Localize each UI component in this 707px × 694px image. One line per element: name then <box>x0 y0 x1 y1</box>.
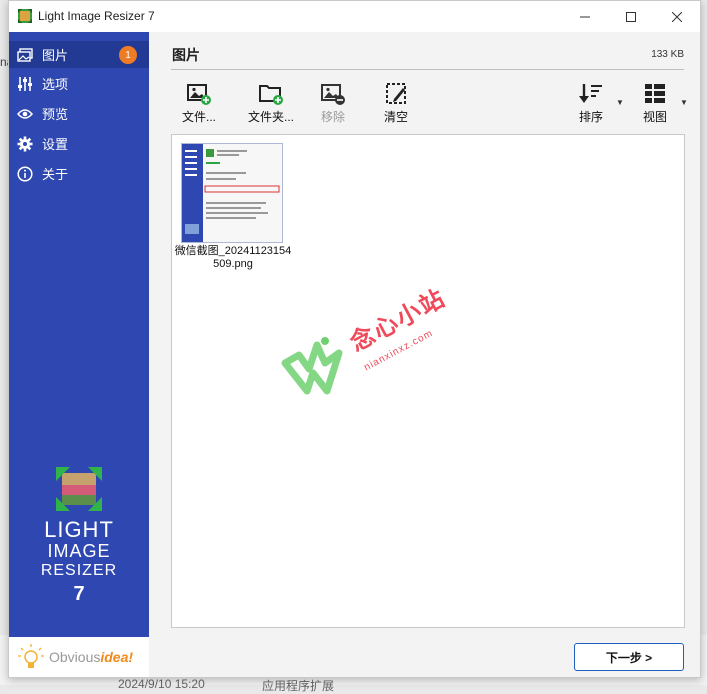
sidebar-item-settings[interactable]: 设置 <box>9 130 149 157</box>
file-name: 微信截图_20241123154509.png <box>174 245 292 270</box>
sidebar-item-options[interactable]: 选项 <box>9 70 149 97</box>
clear-button[interactable]: 清空 <box>371 82 421 126</box>
remove-button[interactable]: 移除 <box>308 82 358 126</box>
file-thumbnail <box>181 143 283 243</box>
watermark: 念心小站 nianxinxz.com <box>277 284 467 409</box>
logo-version: 7 <box>73 583 85 605</box>
sidebar-item-about[interactable]: 关于 <box>9 160 149 187</box>
lightbulb-icon <box>18 644 44 668</box>
sidebar: 图片 1 选项 预览 设置 关于 LIGHT IMAGE RESIZER 7 <box>9 32 149 637</box>
window-title: Light Image Resizer 7 <box>38 9 155 23</box>
sidebar-item-label: 选项 <box>42 77 69 92</box>
view-label: 视图 <box>642 110 667 124</box>
eye-icon <box>17 106 33 122</box>
header-divider <box>171 69 684 70</box>
sidebar-item-label: 设置 <box>42 137 69 152</box>
product-logo: LIGHT IMAGE RESIZER 7 <box>9 467 149 607</box>
sidebar-item-label: 预览 <box>42 107 69 122</box>
total-size: 133 KB <box>651 49 684 60</box>
sidebar-item-preview[interactable]: 预览 <box>9 100 149 127</box>
sidebar-item-images[interactable]: 图片 1 <box>9 41 149 68</box>
sliders-icon <box>17 76 33 92</box>
images-icon <box>17 47 33 63</box>
add-folder-button[interactable]: 文件夹... <box>241 82 301 126</box>
background-date: 2024/9/10 15:20 <box>118 677 205 691</box>
bottom-bar: 下一步 > <box>149 637 700 677</box>
logo-text-image: IMAGE <box>47 541 111 561</box>
title-bar: Light Image Resizer 7 <box>9 1 700 32</box>
sort-dropdown-caret[interactable]: ▼ <box>616 98 624 107</box>
add-folder-icon <box>259 85 283 105</box>
watermark-logo-icon <box>281 337 343 395</box>
minimize-button[interactable] <box>562 1 608 32</box>
minimize-icon <box>580 16 590 17</box>
obviousidea-logo[interactable]: Obviousidea! <box>9 637 149 677</box>
add-image-icon <box>187 84 211 105</box>
sort-icon <box>579 84 602 103</box>
view-button[interactable]: 视图 <box>630 82 680 126</box>
clear-label: 清空 <box>383 110 408 124</box>
clear-icon <box>386 83 406 104</box>
sort-button[interactable]: 排序 <box>566 82 616 126</box>
maximize-icon <box>626 11 636 22</box>
add-files-label: 文件... <box>181 110 216 124</box>
logo-text-light: LIGHT <box>44 517 114 542</box>
remove-label: 移除 <box>320 110 345 124</box>
background-app-type: 应用程序扩展 <box>262 679 335 693</box>
logo-text-resizer: RESIZER <box>40 562 118 579</box>
app-icon <box>18 9 32 23</box>
gear-icon <box>17 136 33 152</box>
add-files-button[interactable]: 文件... <box>174 82 224 126</box>
view-list-icon <box>645 84 665 103</box>
sort-label: 排序 <box>578 110 603 124</box>
next-button[interactable]: 下一步 > <box>574 643 684 671</box>
sidebar-item-label: 关于 <box>42 167 69 182</box>
maximize-button[interactable] <box>608 1 654 32</box>
sidebar-item-label: 图片 <box>42 48 69 63</box>
view-dropdown-caret[interactable]: ▼ <box>680 98 688 107</box>
info-icon <box>17 165 33 182</box>
remove-image-icon <box>321 84 345 105</box>
close-icon <box>672 11 682 22</box>
app-window: Light Image Resizer 7 图片 1 选项 预览 设置 关于 L… <box>8 0 701 678</box>
add-folder-label: 文件夹... <box>247 110 294 124</box>
close-button[interactable] <box>654 1 700 32</box>
image-count-badge: 1 <box>119 46 137 64</box>
resize-logo-icon <box>56 467 102 511</box>
brand-name: Obviousidea! <box>49 649 134 665</box>
page-title: 图片 <box>172 47 200 63</box>
